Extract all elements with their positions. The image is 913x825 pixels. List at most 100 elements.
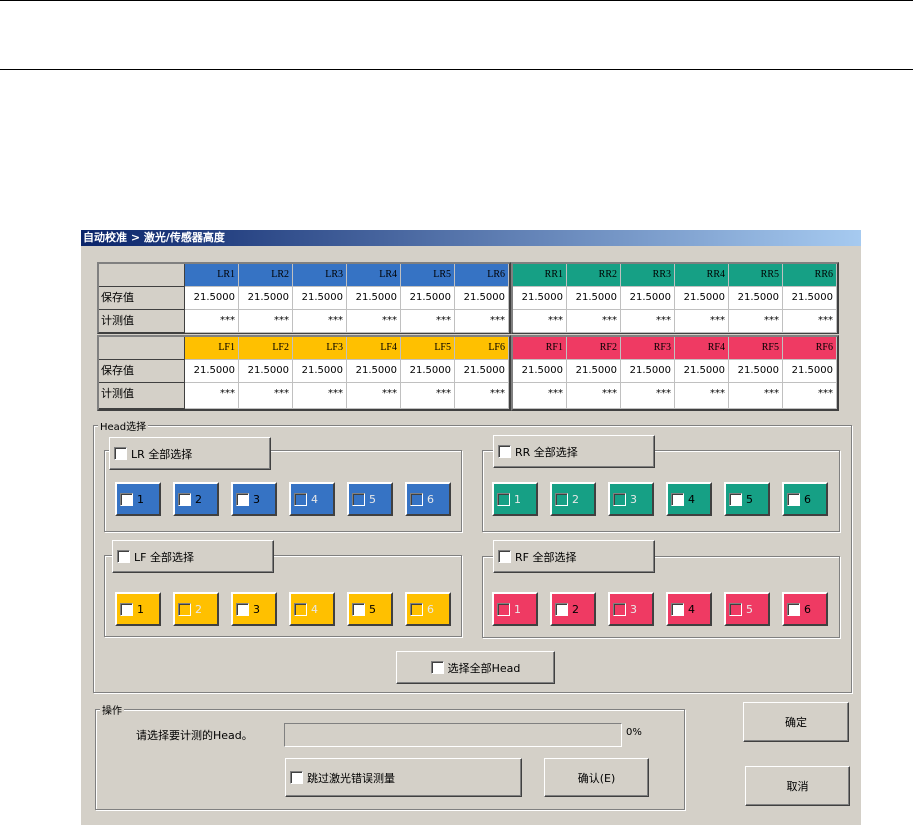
- rr-select-all-checkbox[interactable]: [498, 445, 511, 458]
- top-rule: [0, 0, 913, 1]
- saved-value-cell: 21.5000: [401, 360, 455, 383]
- head-checkbox: [613, 602, 626, 616]
- column-header: RR6: [783, 264, 837, 287]
- lr-select-all-button[interactable]: LR 全部选择: [109, 437, 271, 470]
- head-checkbox[interactable]: [120, 602, 133, 616]
- head-rf-4-button[interactable]: 4: [666, 592, 712, 626]
- head-number: 5: [369, 492, 376, 506]
- head-checkbox[interactable]: [671, 602, 684, 616]
- measured-value-cell: ***: [675, 383, 729, 409]
- saved-value-cell: 21.5000: [567, 360, 621, 383]
- rr-select-all-label: RR 全部选择: [515, 445, 578, 459]
- column-header: RF1: [513, 337, 567, 360]
- head-checkbox: [410, 602, 423, 616]
- head-checkbox[interactable]: [787, 602, 800, 616]
- head-checkbox[interactable]: [671, 492, 684, 506]
- rr-select-all-button[interactable]: RR 全部选择: [493, 435, 655, 468]
- column-header: LF6: [455, 337, 509, 360]
- row-label-measured: 计测值: [99, 310, 185, 333]
- row-label-saved: 保存值: [99, 360, 185, 383]
- cancel-button[interactable]: 取消: [745, 766, 850, 806]
- head-lr-2-button[interactable]: 2: [173, 482, 219, 516]
- head-lf-1-button[interactable]: 1: [115, 592, 161, 626]
- ok-button[interactable]: 确定: [743, 702, 849, 742]
- skip-laser-error-button[interactable]: 跳过激光错误测量: [285, 758, 522, 797]
- column-header: LR6: [455, 264, 509, 287]
- head-lf-4-button: 4: [289, 592, 335, 626]
- column-header: RF5: [729, 337, 783, 360]
- column-header: RR5: [729, 264, 783, 287]
- skip-laser-error-checkbox[interactable]: [290, 771, 303, 784]
- head-number: 4: [311, 602, 318, 616]
- head-lf-5-button[interactable]: 5: [347, 592, 393, 626]
- head-checkbox[interactable]: [236, 602, 249, 616]
- column-header: LR5: [401, 264, 455, 287]
- confirm-button[interactable]: 确认(E): [544, 758, 649, 797]
- head-number: 2: [195, 602, 202, 616]
- dialog-title: 自动校准 > 激光/传感器高度: [81, 230, 861, 246]
- measured-value-cell: ***: [455, 383, 509, 409]
- head-checkbox: [178, 602, 191, 616]
- saved-value-cell: 21.5000: [783, 287, 837, 310]
- head-checkbox: [613, 492, 626, 506]
- rf-select-all-button[interactable]: RF 全部选择: [493, 540, 655, 573]
- head-checkbox: [497, 602, 510, 616]
- column-header: LR1: [185, 264, 239, 287]
- head-number: 3: [253, 602, 260, 616]
- lf-select-all-label: LF 全部选择: [134, 550, 194, 564]
- head-number: 1: [514, 602, 521, 616]
- calibration-dialog: 自动校准 > 激光/传感器高度 LR1 LR2 LR3 LR4 LR5 LR6 保存值 21.…: [80, 230, 861, 825]
- column-header: RR3: [621, 264, 675, 287]
- measured-value-cell: ***: [783, 383, 837, 409]
- head-rr-4-button[interactable]: 4: [666, 482, 712, 516]
- head-rf-5-button: 5: [724, 592, 770, 626]
- saved-value-cell: 21.5000: [455, 287, 509, 310]
- saved-value-cell: 21.5000: [293, 287, 347, 310]
- head-number: 3: [630, 602, 637, 616]
- head-number: 1: [514, 492, 521, 506]
- prompt-text: 请选择要计测的Head。: [136, 729, 253, 742]
- head-rf-6-button[interactable]: 6: [782, 592, 828, 626]
- head-rf-1-button: 1: [492, 592, 538, 626]
- table-rr: RR1 RR2 RR3 RR4 RR5 RR6 21.5000 21.5000 21.5000 2…: [511, 262, 839, 334]
- measured-value-cell: ***: [185, 383, 239, 409]
- head-checkbox[interactable]: [352, 602, 365, 616]
- select-all-head-button[interactable]: 选择全部Head: [396, 651, 555, 684]
- lf-select-all-checkbox[interactable]: [117, 550, 130, 563]
- column-header: RF3: [621, 337, 675, 360]
- rf-select-all-checkbox[interactable]: [498, 550, 511, 563]
- saved-value-cell: 21.5000: [401, 287, 455, 310]
- column-header: RF4: [675, 337, 729, 360]
- head-number: 4: [688, 602, 695, 616]
- head-checkbox[interactable]: [787, 492, 800, 506]
- head-lf-3-button[interactable]: 3: [231, 592, 277, 626]
- head-number: 5: [746, 492, 753, 506]
- measured-value-cell: ***: [783, 310, 837, 333]
- measured-value-cell: ***: [401, 310, 455, 333]
- measured-value-cell: ***: [347, 383, 401, 409]
- row-label-saved: 保存值: [99, 287, 185, 310]
- head-number: 1: [137, 492, 144, 506]
- head-lr-3-button[interactable]: 3: [231, 482, 277, 516]
- measured-value-cell: ***: [621, 310, 675, 333]
- measured-value-cell: ***: [401, 383, 455, 409]
- lr-select-all-checkbox[interactable]: [114, 447, 127, 460]
- head-rr-5-button[interactable]: 5: [724, 482, 770, 516]
- head-checkbox[interactable]: [120, 492, 133, 506]
- head-checkbox[interactable]: [729, 492, 742, 506]
- lf-select-all-button[interactable]: LF 全部选择: [112, 540, 274, 573]
- head-lr-1-button[interactable]: 1: [115, 482, 161, 516]
- head-checkbox[interactable]: [236, 492, 249, 506]
- head-rr-6-button[interactable]: 6: [782, 482, 828, 516]
- measured-value-cell: ***: [347, 310, 401, 333]
- head-checkbox[interactable]: [178, 492, 191, 506]
- saved-value-cell: 21.5000: [239, 360, 293, 383]
- head-checkbox: [729, 602, 742, 616]
- head-rf-2-button[interactable]: 2: [550, 592, 596, 626]
- select-all-head-checkbox[interactable]: [430, 661, 444, 674]
- head-rr-1-button: 1: [492, 482, 538, 516]
- column-header: RR1: [513, 264, 567, 287]
- head-checkbox[interactable]: [555, 602, 568, 616]
- measured-value-cell: ***: [621, 383, 675, 409]
- head-checkbox: [294, 602, 307, 616]
